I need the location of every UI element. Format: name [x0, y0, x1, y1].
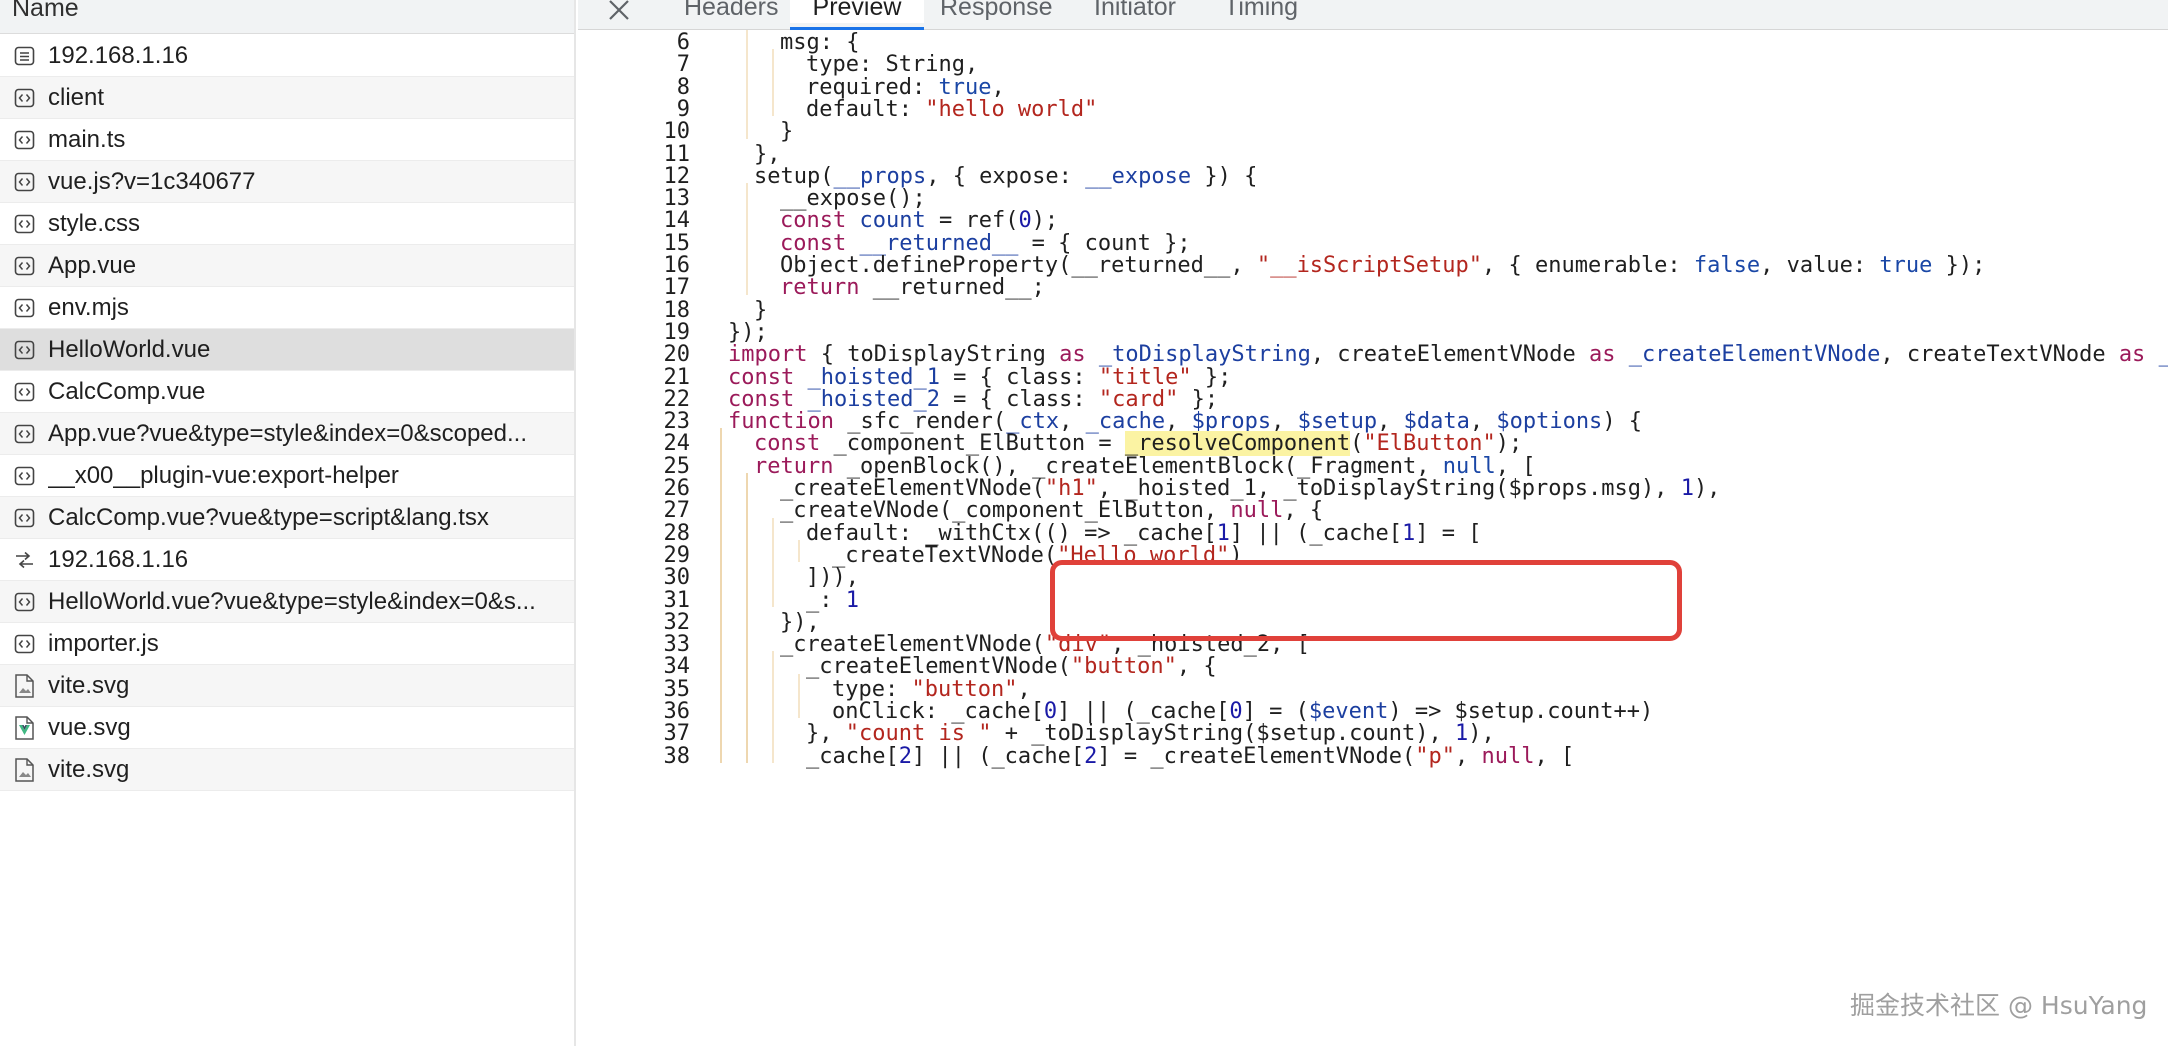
image-file-icon — [14, 673, 35, 698]
request-row[interactable]: importer.js — [0, 623, 574, 665]
request-row[interactable]: CalcComp.vue?vue&type=script&lang.tsx — [0, 497, 574, 539]
script-icon — [14, 298, 35, 318]
script-icon — [14, 466, 35, 486]
watermark: 掘金技术社区 @ HsuYang — [1850, 991, 2148, 1020]
request-row[interactable]: App.vue — [0, 245, 574, 287]
name-column-label: Name — [12, 0, 79, 22]
request-name: client — [48, 84, 105, 111]
script-icon — [14, 88, 35, 108]
request-name: main.ts — [48, 126, 126, 153]
request-row[interactable]: __x00__plugin-vue:export-helper — [0, 455, 574, 497]
name-column-header[interactable]: Name — [0, 0, 574, 34]
request-name: CalcComp.vue — [48, 378, 206, 405]
script-icon — [14, 508, 35, 528]
tab-response[interactable]: Response — [940, 0, 1053, 23]
tab-preview[interactable]: Preview — [790, 0, 924, 23]
script-icon — [14, 130, 35, 150]
websocket-icon — [14, 550, 35, 570]
request-list-panel: Name 192.168.1.16 client main.ts vue.js?v=1… — [0, 0, 576, 1046]
request-name: 192.168.1.16 — [48, 42, 189, 69]
request-name: App.vue — [48, 252, 137, 279]
detail-tab-bar: Headers Preview Response Initiator Timin… — [578, 0, 2168, 30]
tab-timing[interactable]: Timing — [1224, 0, 1298, 23]
request-name: 192.168.1.16 — [48, 546, 189, 573]
script-icon — [14, 214, 35, 234]
code-token: null — [1481, 743, 1535, 769]
request-row[interactable]: App.vue?vue&type=style&index=0&scoped... — [0, 413, 574, 455]
script-icon — [14, 592, 35, 612]
script-icon — [14, 340, 35, 360]
code-token: ] || (_cache[ — [911, 743, 1085, 769]
code-token: , [ — [1534, 743, 1575, 769]
code-token: _cache[ — [806, 743, 899, 769]
script-icon — [14, 424, 35, 444]
request-name: style.css — [48, 210, 141, 237]
request-name: vue.svg — [48, 714, 131, 741]
request-name: env.mjs — [48, 294, 129, 321]
request-row[interactable]: vite.svg — [0, 665, 574, 707]
vue-image-icon — [14, 715, 35, 740]
request-name: vite.svg — [48, 672, 130, 699]
close-icon[interactable] — [606, 0, 632, 23]
request-name: importer.js — [48, 630, 159, 657]
request-name: HelloWorld.vue — [48, 336, 211, 363]
request-name: __x00__plugin-vue:export-helper — [48, 462, 399, 489]
request-row[interactable]: vue.svg — [0, 707, 574, 749]
script-icon — [14, 256, 35, 276]
line-number: 38 — [663, 743, 691, 769]
request-row[interactable]: vite.svg — [0, 749, 574, 791]
request-name: vite.svg — [48, 756, 130, 783]
code-token: 2 — [1084, 743, 1098, 769]
tab-headers[interactable]: Headers — [684, 0, 779, 23]
tab-initiator[interactable]: Initiator — [1094, 0, 1176, 23]
code-line: 38 _cache[2] || (_cache[2] = _createEleme… — [578, 741, 2168, 772]
request-row[interactable]: 192.168.1.16 — [0, 539, 574, 581]
script-icon — [14, 634, 35, 654]
request-row[interactable]: vue.js?v=1c340677 — [0, 161, 574, 203]
script-icon — [14, 172, 35, 192]
code-token: 2 — [898, 743, 912, 769]
preview-code-viewer[interactable]: 6 msg: {7 type: String, 8 required: true, 9 de… — [578, 30, 2168, 1046]
request-name: HelloWorld.vue?vue&type=style&index=0&s.… — [48, 588, 536, 615]
request-row[interactable]: main.ts — [0, 119, 574, 161]
request-name: vue.js?v=1c340677 — [48, 168, 256, 195]
request-row[interactable]: HelloWorld.vue?vue&type=style&index=0&s.… — [0, 581, 574, 623]
request-row[interactable]: client — [0, 77, 574, 119]
request-row[interactable]: HelloWorld.vue — [0, 329, 574, 371]
request-row[interactable]: env.mjs — [0, 287, 574, 329]
request-row[interactable]: CalcComp.vue — [0, 371, 574, 413]
document-icon — [14, 46, 35, 66]
code-token: ] = _createElementVNode( — [1097, 743, 1416, 769]
request-row[interactable]: style.css — [0, 203, 574, 245]
request-name: App.vue?vue&type=style&index=0&scoped... — [48, 420, 527, 447]
code-token: "p" — [1415, 743, 1456, 769]
request-list: 192.168.1.16 client main.ts vue.js?v=1c3406… — [0, 35, 574, 791]
code-text: _cache[2] || (_cache[2] = _createElement… — [806, 741, 1574, 772]
image-file-icon — [14, 757, 35, 782]
request-row[interactable]: 192.168.1.16 — [0, 35, 574, 77]
code-token: , — [1455, 743, 1482, 769]
script-icon — [14, 382, 35, 402]
request-name: CalcComp.vue?vue&type=script&lang.tsx — [48, 504, 489, 531]
